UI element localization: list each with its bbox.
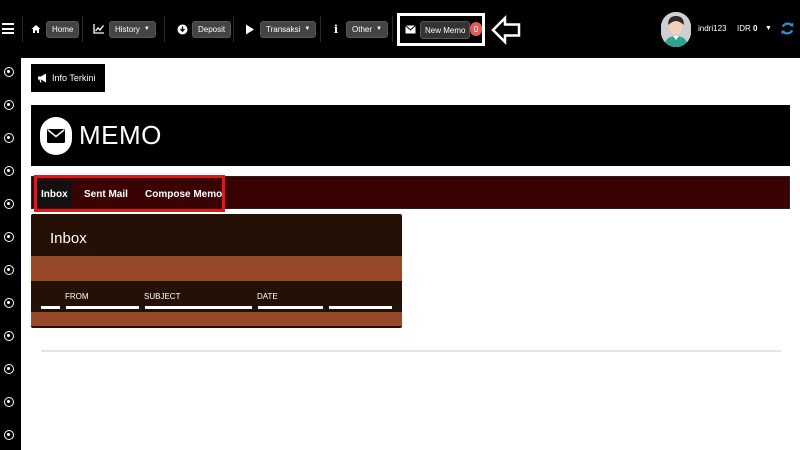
new-memo-button[interactable]: New Memo — [420, 21, 471, 39]
separator — [82, 16, 83, 42]
column-from[interactable]: FROM — [65, 292, 89, 301]
history-label: History — [115, 24, 140, 34]
new-memo-count-badge: 0 — [470, 22, 482, 36]
column-underline — [145, 306, 252, 309]
home-button[interactable]: Home — [46, 20, 80, 38]
page-title: MEMO — [79, 120, 162, 150]
top-navbar: Home History ▼ Deposit Transaksi ▼ i Other… — [0, 0, 800, 58]
inbox-table-header: FROM SUBJECT DATE — [31, 281, 402, 310]
inbox-title: Inbox — [50, 230, 87, 247]
caret-down-icon[interactable]: ▼ — [765, 25, 772, 32]
balance-display[interactable]: IDR 0 — [737, 24, 757, 33]
separator — [22, 16, 23, 42]
left-sidebar — [0, 58, 21, 450]
nav-home[interactable]: Home — [30, 20, 80, 38]
envelope-icon — [405, 25, 416, 36]
envelope-icon — [40, 117, 72, 155]
column-underline — [66, 306, 139, 309]
info-icon: i — [333, 22, 339, 36]
sidebar-circle-icon[interactable] — [4, 100, 14, 110]
balance-value: 0 — [753, 24, 758, 33]
sidebar-circle-icon[interactable] — [4, 298, 14, 308]
column-underline — [41, 306, 60, 309]
home-label: Home — [52, 24, 74, 34]
caret-down-icon: ▼ — [143, 26, 150, 32]
separator — [392, 16, 393, 42]
history-dropdown[interactable]: History ▼ — [109, 20, 156, 38]
sidebar-circle-icon[interactable] — [4, 397, 14, 407]
megaphone-icon — [38, 73, 46, 83]
caret-down-icon: ▼ — [304, 26, 311, 32]
memo-header: MEMO — [31, 105, 790, 166]
arrow-left-icon — [491, 14, 521, 46]
deposit-button[interactable]: Deposit — [192, 20, 232, 38]
other-dropdown[interactable]: Other ▼ — [346, 20, 388, 38]
avatar[interactable] — [661, 12, 691, 47]
column-date[interactable]: DATE — [257, 292, 278, 301]
hamburger-menu-icon[interactable] — [2, 23, 14, 34]
username[interactable]: indri123 — [698, 24, 726, 33]
separator — [320, 16, 321, 42]
deposit-icon — [176, 23, 188, 35]
new-memo-label: New Memo — [425, 25, 466, 35]
chart-icon — [93, 23, 105, 35]
deposit-label: Deposit — [198, 24, 226, 34]
sidebar-circle-icon[interactable] — [4, 133, 14, 143]
nav-history[interactable]: History ▼ — [93, 20, 156, 38]
divider — [41, 350, 781, 352]
column-subject[interactable]: SUBJECT — [144, 292, 180, 301]
transaksi-label: Transaksi — [266, 24, 301, 34]
transaksi-dropdown[interactable]: Transaksi ▼ — [260, 20, 317, 38]
sidebar-circle-icon[interactable] — [4, 331, 14, 341]
sidebar-circle-icon[interactable] — [4, 199, 14, 209]
sidebar-circle-icon[interactable] — [4, 265, 14, 275]
refresh-icon[interactable] — [780, 20, 795, 37]
caret-down-icon: ▼ — [376, 26, 382, 32]
sidebar-circle-icon[interactable] — [4, 166, 14, 176]
column-underline — [329, 306, 392, 309]
home-icon — [30, 23, 42, 35]
inbox-band — [31, 256, 402, 281]
tabs-highlight-box — [34, 175, 225, 212]
nav-other[interactable]: i Other ▼ — [330, 20, 388, 38]
separator — [233, 16, 234, 42]
inbox-band — [31, 312, 402, 326]
column-underline — [258, 306, 323, 309]
nav-deposit[interactable]: Deposit — [176, 20, 232, 38]
sidebar-circle-icon[interactable] — [4, 364, 14, 374]
nav-transaksi[interactable]: Transaksi ▼ — [244, 20, 317, 38]
play-icon — [244, 23, 256, 35]
separator — [164, 16, 165, 42]
currency-code: IDR — [737, 24, 751, 33]
info-terkini-label: Info Terkini — [52, 73, 96, 83]
inbox-panel: Inbox FROM SUBJECT DATE — [31, 214, 402, 328]
other-label: Other — [352, 24, 373, 34]
info-terkini-button[interactable]: Info Terkini — [31, 64, 105, 92]
sidebar-circle-icon[interactable] — [4, 67, 14, 77]
sidebar-circle-icon[interactable] — [4, 232, 14, 242]
sidebar-circle-icon[interactable] — [4, 430, 14, 440]
